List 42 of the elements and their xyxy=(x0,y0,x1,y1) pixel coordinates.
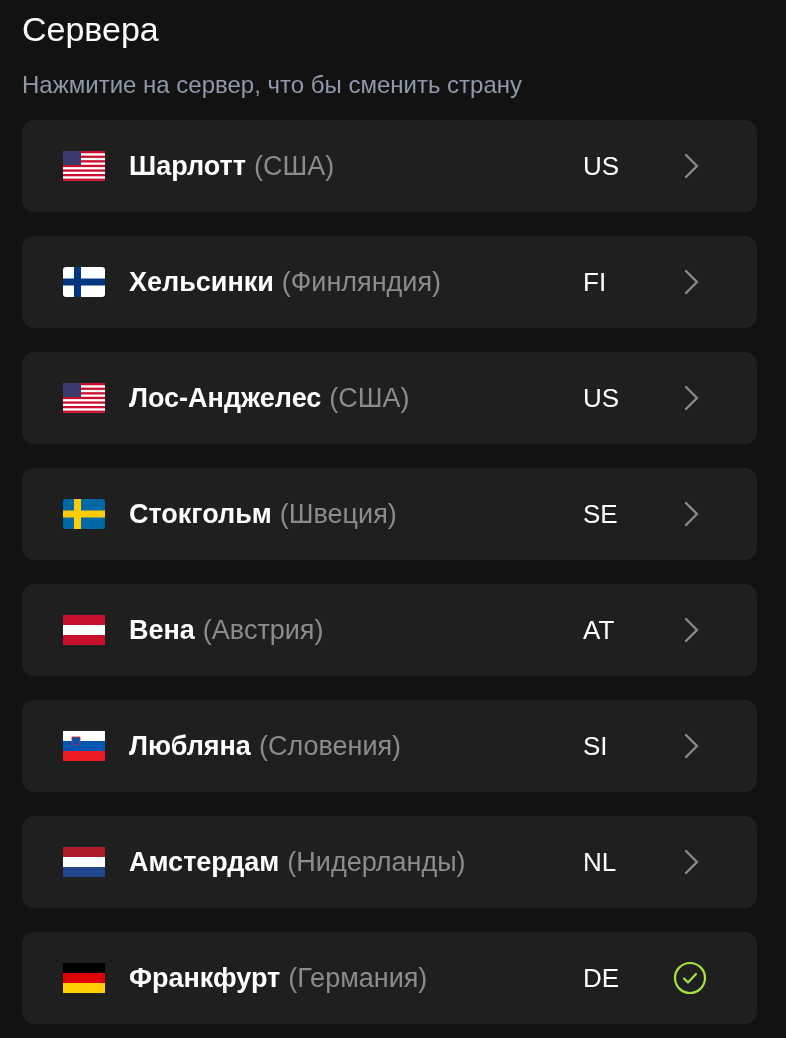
country-name: (США) xyxy=(329,382,410,413)
city-name: Франкфурт xyxy=(129,962,281,993)
flag-icon xyxy=(63,383,105,413)
flag-icon xyxy=(63,847,105,877)
city-name: Лос-Анджелес xyxy=(129,382,322,413)
server-item[interactable]: Шарлотт (США) US xyxy=(22,120,757,212)
city-name: Стокгольм xyxy=(129,498,272,529)
country-name: (Нидерланды) xyxy=(287,846,466,877)
country-name: (Германия) xyxy=(288,962,428,993)
country-code: DE xyxy=(583,962,621,994)
country-code: FI xyxy=(583,266,608,298)
country-code: US xyxy=(583,150,621,182)
server-item[interactable]: Франкфурт (Германия) DE xyxy=(22,932,757,1024)
city-name: Амстердам xyxy=(129,846,280,877)
country-name: (Австрия) xyxy=(202,614,324,645)
server-item[interactable]: Амстердам (Нидерланды) NL xyxy=(22,816,757,908)
country-code: NL xyxy=(583,846,618,878)
flag-icon xyxy=(63,267,105,297)
country-code: SI xyxy=(583,730,609,762)
server-item[interactable]: Любляна (Словения) SI xyxy=(22,700,757,792)
country-name: (Финляндия) xyxy=(281,266,442,297)
country-name: (Швеция) xyxy=(279,498,397,529)
flag-icon xyxy=(63,731,105,761)
country-code: US xyxy=(583,382,621,414)
flag-icon xyxy=(63,151,105,181)
server-item[interactable]: Стокгольм (Швеция) SE xyxy=(22,468,757,560)
flag-icon xyxy=(63,963,105,993)
server-item[interactable]: Хельсинки (Финляндия) FI xyxy=(22,236,757,328)
country-name: (США) xyxy=(254,150,335,181)
city-name: Хельсинки xyxy=(129,266,274,297)
city-name: Любляна xyxy=(129,730,251,761)
country-code: AT xyxy=(583,614,616,646)
flag-icon xyxy=(63,615,105,645)
city-name: Вена xyxy=(129,614,195,645)
city-name: Шарлотт xyxy=(129,150,247,181)
page-title: Сервера xyxy=(22,9,160,50)
flag-icon xyxy=(63,499,105,529)
server-item[interactable]: Вена (Австрия) AT xyxy=(22,584,757,676)
country-code: SE xyxy=(583,498,619,530)
server-item[interactable]: Лос-Анджелес (США) US xyxy=(22,352,757,444)
page-subtitle: Нажмитие на сервер, что бы сменить страну xyxy=(22,70,524,100)
country-name: (Словения) xyxy=(258,730,402,761)
